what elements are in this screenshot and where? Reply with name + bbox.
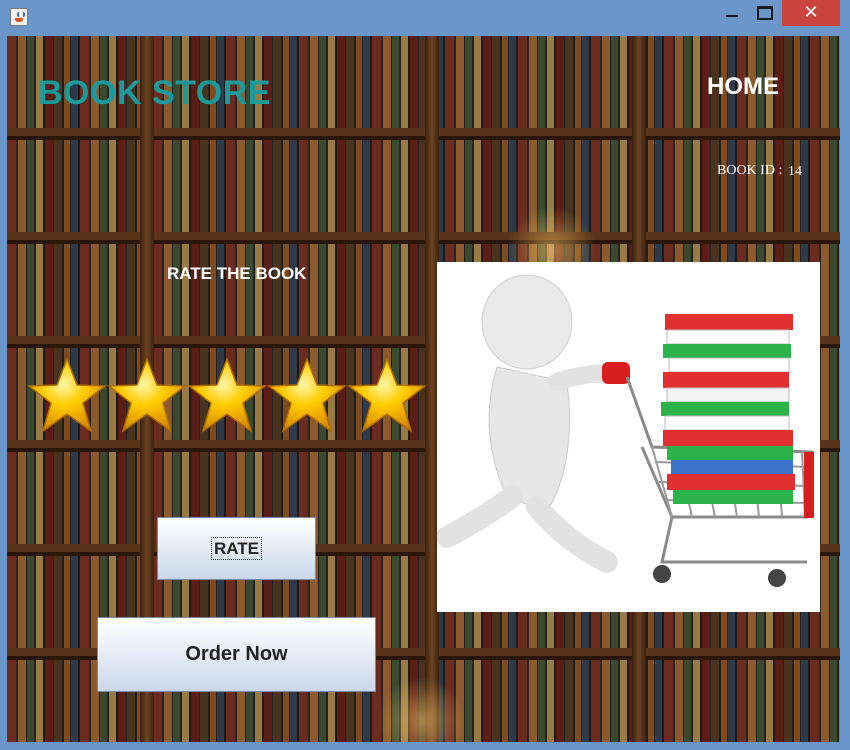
window-frame-right: [840, 36, 850, 742]
home-link[interactable]: HOME: [707, 73, 779, 101]
shopping-cart-books-illustration: [436, 274, 814, 587]
brand-title: BOOK STORE: [38, 74, 271, 112]
book-cart-image: [436, 262, 820, 612]
window-titlebar[interactable]: ✕: [0, 0, 850, 36]
star-icon[interactable]: [347, 356, 427, 436]
star-icon[interactable]: [27, 356, 107, 436]
book-id-value: 14: [788, 164, 802, 179]
star-icon[interactable]: [107, 356, 187, 436]
rate-button-label: RATE: [210, 536, 262, 560]
window-frame-left: [0, 36, 7, 742]
star-rating[interactable]: [27, 356, 427, 436]
star-icon[interactable]: [187, 356, 267, 436]
rate-button[interactable]: RATE: [157, 517, 316, 580]
candle-glow: [377, 676, 467, 742]
window-content: BOOK STORE HOME BOOK ID : 14 RATE THE BO…: [7, 36, 840, 742]
book-id-label: BOOK ID :: [717, 163, 783, 178]
star-icon[interactable]: [267, 356, 347, 436]
window-frame-bottom: [0, 742, 850, 750]
order-now-button[interactable]: Order Now: [97, 617, 376, 692]
rate-title: RATE THE BOOK: [167, 264, 307, 283]
maximize-icon[interactable]: [749, 0, 781, 26]
java-cup-icon: [10, 8, 28, 26]
minimize-icon[interactable]: [715, 0, 749, 26]
close-icon[interactable]: ✕: [782, 0, 840, 26]
